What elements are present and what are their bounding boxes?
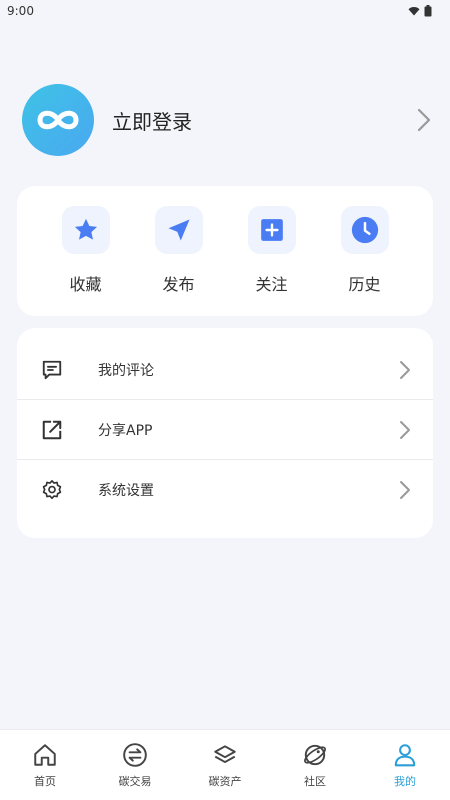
chevron-right-icon: [399, 360, 411, 380]
menu-item-label: 分享APP: [98, 422, 153, 439]
avatar: [22, 84, 94, 156]
battery-icon: [424, 5, 432, 17]
plus-square-icon: [247, 206, 296, 254]
tab-community[interactable]: 社区: [275, 741, 355, 789]
home-icon: [31, 741, 59, 769]
quick-action-favorite[interactable]: 收藏: [51, 206, 121, 316]
tab-carbon-trading[interactable]: 碳交易: [95, 741, 175, 789]
tab-label: 社区: [304, 775, 326, 788]
quick-action-history[interactable]: 历史: [330, 206, 400, 316]
status-bar: 9:00: [0, 0, 450, 22]
menu-item-label: 系统设置: [98, 483, 154, 499]
menu-item-system-settings[interactable]: 系统设置: [17, 460, 433, 520]
chevron-right-icon: [399, 420, 411, 440]
status-time: 9:00: [7, 4, 34, 18]
bottom-tab-bar: 首页 碳交易 碳资产 社区 我的: [0, 729, 450, 800]
menu-item-my-comments[interactable]: 我的评论: [17, 340, 433, 400]
send-icon: [154, 206, 203, 254]
tab-label: 首页: [34, 775, 56, 788]
user-icon: [391, 741, 419, 769]
planet-icon: [301, 741, 329, 769]
menu-item-share-app[interactable]: 分享APP: [17, 400, 433, 460]
share-icon: [41, 419, 63, 441]
quick-action-label: 发布: [162, 275, 195, 294]
tab-label: 碳交易: [118, 775, 152, 788]
layers-icon: [211, 741, 239, 769]
tab-carbon-assets[interactable]: 碳资产: [185, 741, 265, 789]
chevron-right-icon: [416, 107, 432, 133]
star-icon: [61, 206, 110, 254]
status-icons: [408, 5, 432, 17]
quick-action-label: 收藏: [69, 275, 102, 294]
menu-card: 我的评论 分享APP 系统设置: [17, 328, 433, 538]
quick-actions-card: 收藏 发布 关注 历史: [17, 186, 433, 316]
comment-icon: [41, 359, 63, 381]
quick-action-publish[interactable]: 发布: [144, 206, 214, 316]
tab-home[interactable]: 首页: [5, 741, 85, 789]
login-label: 立即登录: [112, 109, 192, 134]
chevron-right-icon: [399, 480, 411, 500]
tab-mine[interactable]: 我的: [365, 741, 445, 789]
exchange-icon: [121, 741, 149, 769]
app-logo-icon: [37, 110, 79, 130]
tab-label: 碳资产: [208, 775, 242, 788]
quick-action-follow[interactable]: 关注: [237, 206, 307, 316]
quick-action-label: 历史: [348, 275, 381, 294]
login-row[interactable]: 立即登录: [22, 84, 432, 156]
quick-action-label: 关注: [255, 275, 288, 294]
gear-icon: [41, 479, 63, 501]
tab-label: 我的: [394, 775, 416, 788]
clock-icon: [340, 206, 389, 254]
wifi-icon: [408, 7, 420, 16]
menu-item-label: 我的评论: [98, 362, 154, 379]
